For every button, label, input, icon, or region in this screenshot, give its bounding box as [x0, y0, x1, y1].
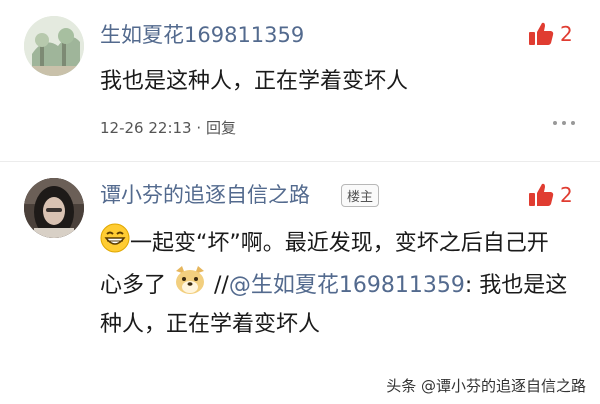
- like-count: 2: [560, 22, 573, 46]
- like-button[interactable]: 2: [528, 183, 573, 207]
- like-count: 2: [560, 183, 573, 207]
- like-button[interactable]: 2: [528, 22, 573, 46]
- watermark: 头条 @谭小芬的追逐自信之路: [382, 373, 590, 398]
- avatar-image: [24, 16, 84, 76]
- avatar[interactable]: [24, 178, 84, 238]
- timestamp: 12-26 22:13: [100, 119, 192, 137]
- owner-badge: 楼主: [341, 184, 380, 207]
- comment-1: 生如夏花169811359 2 我也是这种人，正在学着变坏人 12-26 22:…: [0, 0, 600, 160]
- comment-text: 一起变“坏”啊。最近发现，变坏之后自己开心多了 //@生如夏花169811359…: [100, 223, 570, 343]
- avatar-image: [24, 178, 84, 238]
- divider: [0, 161, 600, 162]
- reply-link[interactable]: 回复: [206, 119, 236, 137]
- comment-text: 我也是这种人，正在学着变坏人: [100, 69, 409, 94]
- meta-separator: ·: [196, 119, 202, 137]
- username[interactable]: 谭小芬的追逐自信之路: [100, 179, 310, 209]
- grin-emoji-icon: [100, 223, 130, 265]
- mention-link[interactable]: @生如夏花169811359: [229, 273, 465, 298]
- doge-emoji-icon: [173, 265, 207, 307]
- mention-prefix: //: [207, 273, 229, 298]
- comment-meta: 12-26 22:13 · 回复: [100, 117, 236, 138]
- thumbs-up-icon: [529, 22, 554, 45]
- thumbs-up-icon: [529, 183, 554, 206]
- more-options-icon[interactable]: [553, 121, 575, 125]
- avatar[interactable]: [24, 16, 84, 76]
- username[interactable]: 生如夏花169811359: [100, 19, 304, 49]
